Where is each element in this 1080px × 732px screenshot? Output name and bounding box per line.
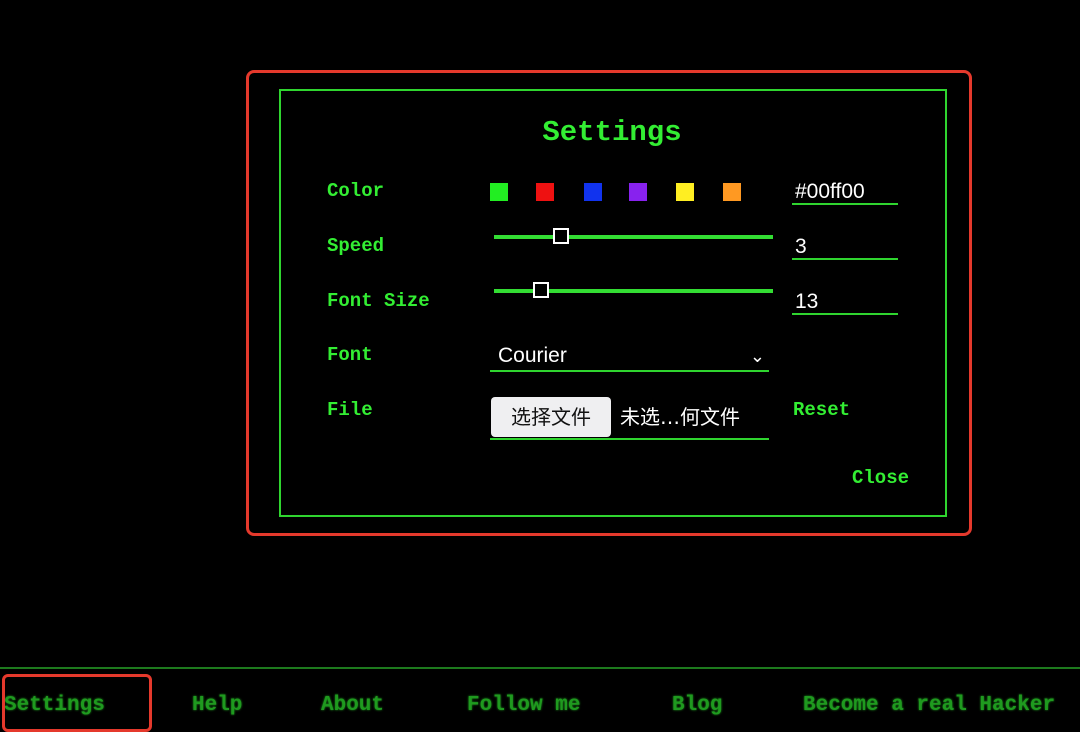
- font-label: Font: [327, 344, 373, 366]
- file-status: 未选…何文件: [620, 405, 740, 429]
- color-label: Color: [327, 180, 385, 202]
- speed-label: Speed: [327, 235, 385, 257]
- color-swatch[interactable]: [536, 183, 554, 201]
- color-swatch[interactable]: [676, 183, 694, 201]
- file-input[interactable]: 选择文件 未选…何文件: [490, 396, 769, 440]
- font-select[interactable]: Courier ⌄: [490, 342, 769, 372]
- nav-item[interactable]: Blog: [672, 694, 722, 717]
- color-swatch[interactable]: [629, 183, 647, 201]
- font-size-slider-thumb[interactable]: [533, 282, 550, 298]
- nav-item[interactable]: Become a real Hacker: [803, 694, 1055, 717]
- highlight-box-settings-nav: [2, 674, 152, 732]
- color-swatch[interactable]: [723, 183, 741, 201]
- color-swatch[interactable]: [584, 183, 602, 201]
- font-size-input[interactable]: 13: [792, 289, 898, 315]
- nav-item[interactable]: Help: [192, 694, 242, 717]
- nav-item[interactable]: About: [321, 694, 384, 717]
- font-select-value: Courier: [498, 344, 567, 367]
- speed-input[interactable]: 3: [792, 234, 898, 260]
- speed-slider[interactable]: [494, 235, 773, 239]
- close-button[interactable]: Close: [852, 467, 909, 489]
- nav-item[interactable]: Follow me: [467, 694, 580, 717]
- nav-divider: [0, 667, 1080, 669]
- file-label: File: [327, 399, 373, 421]
- chevron-down-icon: ⌄: [749, 346, 765, 366]
- reset-button[interactable]: Reset: [793, 399, 850, 421]
- font-size-label: Font Size: [327, 290, 430, 312]
- color-swatch[interactable]: [490, 183, 508, 201]
- speed-slider-thumb[interactable]: [552, 228, 569, 244]
- choose-file-button[interactable]: 选择文件: [491, 397, 611, 437]
- dialog-title: Settings: [542, 116, 682, 149]
- color-input[interactable]: #00ff00: [792, 179, 898, 205]
